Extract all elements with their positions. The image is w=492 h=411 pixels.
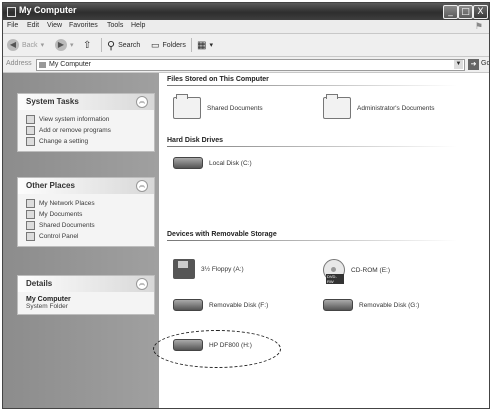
address-dropdown-button[interactable]: ▼ (454, 60, 463, 69)
group-divider (167, 240, 457, 241)
documents-icon (26, 210, 35, 219)
item-cd-rom-e[interactable]: DVD-RW CD-ROM (E:) (323, 259, 390, 284)
toolbar-separator (101, 38, 102, 52)
toolbar-separator (191, 38, 192, 52)
menu-view[interactable]: View (47, 22, 62, 29)
system-info-icon (26, 115, 35, 124)
title-bar[interactable]: My Computer _ □ X (3, 3, 489, 20)
floppy-drive-icon (173, 259, 195, 279)
details-type: System Folder (26, 303, 68, 310)
item-shared-documents[interactable]: Shared Documents (173, 94, 263, 119)
task-pane: System Tasks ︽ View system information A… (3, 73, 159, 408)
network-icon (26, 199, 35, 208)
address-bar: Address My Computer ▼ ➜ Go (3, 57, 489, 73)
group-divider (167, 146, 457, 147)
menu-bar: File Edit View Favorites Tools Help ⚑ (3, 20, 489, 34)
highlight-ellipse (153, 330, 281, 368)
control-panel-icon (26, 137, 35, 146)
removable-disk-icon (173, 299, 203, 311)
folder-icon (173, 94, 201, 119)
forward-button[interactable]: ▶ ▾ (55, 38, 74, 52)
search-button[interactable]: ⚲ Search (107, 38, 140, 52)
group-header-files: Files Stored on This Computer (167, 76, 269, 83)
control-panel-icon (26, 232, 35, 241)
menu-help[interactable]: Help (131, 22, 145, 29)
minimize-button[interactable]: _ (443, 5, 458, 19)
hard-disk-icon (173, 157, 203, 169)
chevron-down-icon: ▾ (40, 42, 45, 49)
back-button[interactable]: ◀ Back ▾ (7, 38, 44, 52)
maximize-button[interactable]: □ (458, 5, 473, 19)
collapse-icon[interactable]: ︽ (136, 96, 148, 108)
folders-icon: ▭ (151, 39, 160, 50)
windows-flag-icon: ⚑ (474, 21, 483, 31)
menu-tools[interactable]: Tools (107, 22, 123, 29)
forward-arrow-icon: ▶ (55, 39, 67, 51)
place-my-documents[interactable]: My Documents (26, 209, 154, 220)
window-icon (7, 7, 16, 17)
task-change-setting[interactable]: Change a setting (26, 136, 154, 147)
computer-icon (39, 62, 46, 68)
dvd-rw-badge: DVD-RW (326, 274, 344, 284)
folders-button[interactable]: ▭ Folders (151, 38, 186, 52)
details-header[interactable]: Details ︽ (18, 276, 154, 292)
folder-icon (26, 221, 35, 230)
close-button[interactable]: X (473, 5, 488, 19)
removable-disk-icon (323, 299, 353, 311)
system-tasks-panel: System Tasks ︽ View system information A… (17, 93, 155, 152)
collapse-icon[interactable]: ︽ (136, 180, 148, 192)
item-local-disk-c[interactable]: Local Disk (C:) (173, 157, 252, 169)
window-title: My Computer (19, 5, 77, 15)
views-icon: ▦ (197, 39, 207, 51)
back-arrow-icon: ◀ (7, 39, 19, 51)
address-label: Address (6, 60, 32, 67)
other-places-panel: Other Places ︽ My Network Places My Docu… (17, 177, 155, 247)
my-computer-window: My Computer _ □ X File Edit View Favorit… (2, 2, 490, 409)
details-panel: Details ︽ My Computer System Folder (17, 275, 155, 315)
group-header-removable-storage: Devices with Removable Storage (167, 231, 277, 238)
programs-icon (26, 126, 35, 135)
up-folder-button[interactable]: ⇧ (83, 38, 91, 52)
address-input[interactable]: My Computer (36, 59, 465, 71)
menu-file[interactable]: File (7, 22, 18, 29)
item-removable-disk-g[interactable]: Removable Disk (G:) (323, 299, 419, 311)
place-shared-documents[interactable]: Shared Documents (26, 220, 154, 231)
other-places-header[interactable]: Other Places ︽ (18, 178, 154, 194)
collapse-icon[interactable]: ︽ (136, 278, 148, 290)
go-arrow-icon[interactable]: ➜ (468, 59, 479, 70)
cd-drive-icon: DVD-RW (323, 259, 345, 284)
task-add-remove-programs[interactable]: Add or remove programs (26, 125, 154, 136)
place-control-panel[interactable]: Control Panel (26, 231, 154, 242)
folder-icon (323, 94, 351, 119)
item-removable-disk-f[interactable]: Removable Disk (F:) (173, 299, 268, 311)
menu-favorites[interactable]: Favorites (69, 22, 98, 29)
up-arrow-icon: ⇧ (83, 39, 92, 51)
details-name: My Computer (26, 296, 71, 303)
task-view-system-information[interactable]: View system information (26, 114, 154, 125)
menu-edit[interactable]: Edit (27, 22, 39, 29)
toolbar: ◀ Back ▾ ▶ ▾ ⇧ ⚲ Search ▭ Folders ▦ ▾ (3, 34, 489, 57)
item-floppy-a[interactable]: 3½ Floppy (A:) (173, 259, 244, 279)
group-header-hard-disk-drives: Hard Disk Drives (167, 137, 224, 144)
address-value: My Computer (49, 61, 92, 68)
system-tasks-header[interactable]: System Tasks ︽ (18, 94, 154, 110)
group-divider (167, 85, 457, 86)
chevron-down-icon: ▾ (70, 42, 74, 49)
views-button[interactable]: ▦ ▾ (197, 38, 213, 52)
place-my-network-places[interactable]: My Network Places (26, 198, 154, 209)
search-icon: ⚲ (107, 39, 116, 52)
chevron-down-icon: ▾ (209, 42, 213, 49)
item-administrators-documents[interactable]: Administrator's Documents (323, 94, 434, 119)
go-button[interactable]: Go (481, 60, 489, 67)
